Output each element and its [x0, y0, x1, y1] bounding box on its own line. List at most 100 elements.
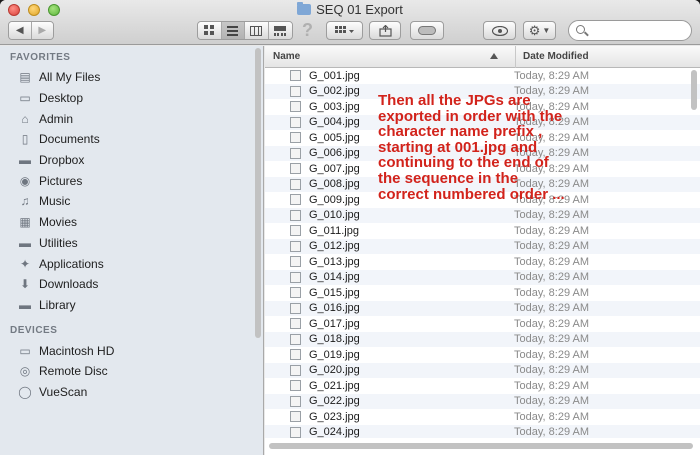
icon-view-button[interactable] [198, 22, 222, 39]
sidebar-item-library[interactable]: ▬ Library [0, 295, 263, 316]
sidebar-item-all-my-files[interactable]: ▤ All My Files [0, 67, 263, 88]
finder-window: SEQ 01 Export ◀ ▶ ? ⚙ ▼ FAVORITES ▤ All … [0, 0, 700, 455]
sidebar-item-label: Dropbox [39, 153, 85, 168]
file-row[interactable]: G_024.jpg Today, 8:29 AM [265, 424, 700, 438]
share-icon [378, 24, 392, 37]
jpeg-file-icon [290, 302, 301, 314]
sidebar-item-applications[interactable]: ✦ Applications [0, 253, 263, 274]
sidebar-scrollbar[interactable] [255, 48, 261, 338]
devices-list: ▭ Macintosh HD ◎ Remote Disc ◯ VueScan [0, 340, 263, 402]
jpeg-file-icon [290, 364, 301, 376]
music-icon: ♫ [20, 194, 30, 209]
file-row[interactable]: G_014.jpg Today, 8:29 AM [265, 269, 700, 285]
jpeg-file-icon [290, 395, 301, 407]
toolbar: SEQ 01 Export ◀ ▶ ? ⚙ ▼ [0, 0, 700, 45]
file-name: G_022.jpg [309, 395, 360, 408]
horizontal-scrollbar[interactable] [269, 443, 693, 449]
jpeg-file-icon [290, 70, 301, 82]
sidebar-item-admin[interactable]: ⌂ Admin [0, 108, 263, 129]
favorites-list: ▤ All My Files ▭ Desktop ⌂ Admin ▯ Documents ▬ Dr… [0, 67, 263, 315]
list-view-icon [227, 25, 239, 36]
gear-icon: ⚙ [528, 22, 541, 38]
back-arrow-icon: ◀ [15, 25, 24, 36]
search-field[interactable] [568, 20, 692, 41]
file-row[interactable]: G_015.jpg Today, 8:29 AM [265, 285, 700, 301]
file-date-modified: Today, 8:29 AM [514, 379, 590, 392]
column-view-button[interactable] [245, 22, 269, 39]
sidebar-item-remote-disc[interactable]: ◎ Remote Disc [0, 361, 263, 382]
jpeg-file-icon [290, 318, 301, 330]
file-row[interactable]: G_019.jpg Today, 8:29 AM [265, 347, 700, 363]
search-input[interactable] [589, 23, 687, 38]
date-modified-column-header[interactable]: Date Modified [515, 46, 695, 68]
share-button[interactable] [369, 21, 401, 40]
sidebar-item-desktop[interactable]: ▭ Desktop [0, 88, 263, 109]
jpeg-file-icon [290, 194, 301, 206]
file-row[interactable]: G_001.jpg Today, 8:29 AM [265, 68, 700, 84]
jpeg-file-icon [290, 256, 301, 268]
sidebar-item-label: VueScan [39, 384, 88, 399]
name-column-header[interactable]: Name [273, 46, 503, 68]
file-name: G_011.jpg [309, 224, 359, 237]
window-title-bar: SEQ 01 Export [0, 2, 700, 17]
jpeg-file-icon [290, 132, 301, 144]
file-row[interactable]: G_023.jpg Today, 8:29 AM [265, 409, 700, 425]
back-forward-control: ◀ ▶ [8, 21, 54, 40]
file-name: G_020.jpg [309, 364, 360, 377]
tag-icon [418, 26, 436, 35]
file-row[interactable]: G_017.jpg Today, 8:29 AM [265, 316, 700, 332]
list-view-button[interactable] [221, 22, 245, 39]
jpeg-file-icon [290, 380, 301, 392]
jpeg-file-icon [290, 147, 301, 159]
file-row[interactable]: G_016.jpg Today, 8:29 AM [265, 300, 700, 316]
file-date-modified: Today, 8:29 AM [514, 286, 590, 299]
forward-button[interactable]: ▶ [31, 22, 53, 39]
file-row[interactable]: G_010.jpg Today, 8:29 AM [265, 207, 700, 223]
file-date-modified: Today, 8:29 AM [514, 255, 590, 268]
file-row[interactable]: G_020.jpg Today, 8:29 AM [265, 362, 700, 378]
sidebar-item-utilities[interactable]: ▬ Utilities [0, 233, 263, 254]
jpeg-file-icon [290, 209, 301, 221]
jpeg-file-icon [290, 349, 301, 361]
quick-look-button[interactable] [483, 21, 516, 40]
folder-icon: ▬ [19, 235, 31, 250]
cover-flow-button[interactable] [268, 22, 292, 39]
file-row[interactable]: G_022.jpg Today, 8:29 AM [265, 393, 700, 409]
help-icon[interactable]: ? [302, 20, 313, 41]
file-date-modified: Today, 8:29 AM [514, 240, 590, 253]
vertical-scrollbar[interactable] [691, 70, 697, 110]
icon-view-icon [203, 25, 214, 35]
file-date-modified: Today, 8:29 AM [514, 426, 590, 438]
drive-icon: ◯ [18, 384, 32, 399]
file-name: G_001.jpg [309, 69, 360, 82]
sidebar-item-vuescan[interactable]: ◯ VueScan [0, 382, 263, 403]
sidebar-item-music[interactable]: ♫ Music [0, 191, 263, 212]
window-title: SEQ 01 Export [316, 2, 403, 17]
file-row[interactable]: G_013.jpg Today, 8:29 AM [265, 254, 700, 270]
sidebar-item-movies[interactable]: ▦ Movies [0, 212, 263, 233]
search-icon [576, 25, 585, 34]
back-button[interactable]: ◀ [9, 22, 32, 39]
sidebar-item-downloads[interactable]: ⬇ Downloads [0, 274, 263, 295]
sidebar-item-label: Pictures [39, 173, 83, 188]
disc-icon: ◎ [19, 364, 31, 379]
sidebar-item-label: Remote Disc [39, 364, 108, 379]
action-menu-button[interactable]: ⚙ ▼ [523, 21, 556, 40]
file-row[interactable]: G_011.jpg Today, 8:29 AM [265, 223, 700, 239]
file-row[interactable]: G_018.jpg Today, 8:29 AM [265, 331, 700, 347]
file-name: G_021.jpg [309, 379, 360, 392]
sidebar-item-documents[interactable]: ▯ Documents [0, 129, 263, 150]
arrange-button[interactable] [326, 21, 363, 40]
list-header: Name Date Modified [265, 46, 700, 68]
tag-button[interactable] [410, 21, 444, 40]
sidebar-item-dropbox[interactable]: ▬ Dropbox [0, 150, 263, 171]
sidebar-item-label: Documents [39, 132, 100, 147]
file-date-modified: Today, 8:29 AM [514, 333, 590, 346]
file-row[interactable]: G_021.jpg Today, 8:29 AM [265, 378, 700, 394]
file-row[interactable]: G_012.jpg Today, 8:29 AM [265, 238, 700, 254]
jpeg-file-icon [290, 411, 301, 423]
jpeg-file-icon [290, 85, 301, 97]
sidebar-item-pictures[interactable]: ◉ Pictures [0, 170, 263, 191]
jpeg-file-icon [290, 178, 301, 190]
sidebar-item-macintosh-hd[interactable]: ▭ Macintosh HD [0, 340, 263, 361]
